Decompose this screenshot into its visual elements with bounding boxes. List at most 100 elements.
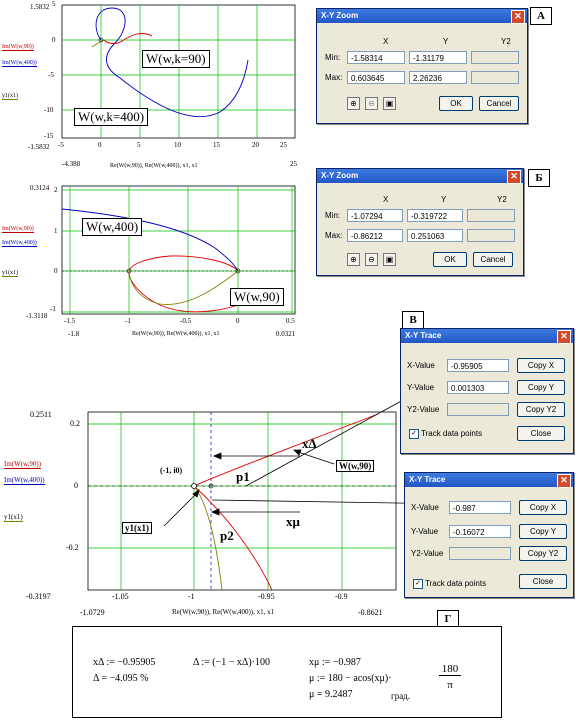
min-y-field[interactable]: -0.319722 <box>407 209 463 222</box>
calc-frac-num: 180 <box>439 663 461 676</box>
max-x-field[interactable]: 0.603645 <box>347 71 405 84</box>
zoom-in-icon[interactable]: ⊕ <box>347 97 360 110</box>
plot-a-xtick: -5 <box>58 141 64 149</box>
y-value-label: Y-Value <box>411 527 439 536</box>
copy-x-button[interactable]: Copy X <box>517 358 565 373</box>
track-checkbox[interactable]: ✓ <box>409 429 419 439</box>
plot-c-xtick: -0.9 <box>335 592 348 601</box>
plot-c-ylabel: Im(W(w,90)) <box>4 460 42 469</box>
zoom-out-icon[interactable]: ⊖ <box>365 253 378 266</box>
min-y2-field[interactable] <box>467 209 515 222</box>
min-y2-field[interactable] <box>471 51 519 64</box>
plot-b-callout-90: W(w,90) <box>230 288 284 306</box>
plot-c-ytick: -0.2 <box>66 543 79 552</box>
x-value-field[interactable]: -0.987 <box>449 501 511 514</box>
x-value-label: X-Value <box>411 503 439 512</box>
full-view-icon[interactable]: ▣ <box>383 253 396 266</box>
plot-b-xtick: -0.5 <box>180 317 192 325</box>
plot-c-xmax: -0.8621 <box>358 608 383 617</box>
y-value-field[interactable]: -0.16072 <box>449 525 511 538</box>
full-view-icon[interactable]: ▣ <box>383 97 396 110</box>
plot-b-xmin: -1.8 <box>68 330 80 338</box>
calc-delta-formula: Δ := (−1 − xΔ)·100 <box>193 657 270 668</box>
plot-a-ymin: -1.5832 <box>28 143 50 151</box>
y2-value-field[interactable] <box>447 403 509 416</box>
zoom-dialog-title: X-Y Zoom <box>321 11 359 20</box>
y-value-field[interactable]: 0.001303 <box>447 381 509 394</box>
plot-a-xmax: 25 <box>290 160 297 168</box>
plot-c-ylabel: Im(W(w,400)) <box>4 476 45 485</box>
trace-dialog-1[interactable]: X-Y Trace ✕ X-Value Y-Value Y2-Value -0.9… <box>400 328 574 454</box>
plot-c-y1-label: y1(x1) <box>122 522 152 534</box>
calc-mu-formula: μ := 180 − acos(xμ)· <box>309 673 392 684</box>
zoom-dialog-a[interactable]: X-Y Zoom ✕ X Y Y2 Min: Max: -1.58314 -1.3… <box>316 8 528 124</box>
close-button[interactable]: Close <box>517 426 565 441</box>
plot-b-xtick: -1 <box>125 317 131 325</box>
min-x-field[interactable]: -1.58314 <box>347 51 405 64</box>
plot-a-xtick: 0 <box>98 141 102 149</box>
trace-dialog-2[interactable]: X-Y Trace ✕ X-Value Y-Value Y2-Value -0.9… <box>404 472 574 598</box>
plot-a-ytick: 0 <box>52 36 56 44</box>
close-icon[interactable]: ✕ <box>511 10 525 24</box>
plot-b-ytick: 1 <box>54 227 58 235</box>
plot-c-xmin: -1.0729 <box>80 608 105 617</box>
close-icon[interactable]: ✕ <box>507 170 521 184</box>
plot-c-xtick: -1 <box>188 592 195 601</box>
plot-b-callout-400: W(w,400) <box>82 218 143 236</box>
plot-a-xtick: 10 <box>174 141 181 149</box>
max-y-field[interactable]: 2.26236 <box>409 71 467 84</box>
calc-unit: град. <box>391 691 411 701</box>
cancel-button[interactable]: Cancel <box>473 252 513 267</box>
y2-value-label: Y2-Value <box>407 405 440 414</box>
track-checkbox[interactable]: ✓ <box>413 579 423 589</box>
col-y: Y <box>443 37 449 46</box>
copy-y-button[interactable]: Copy Y <box>517 380 565 395</box>
ok-button[interactable]: OK <box>433 252 467 267</box>
copy-y2-button[interactable]: Copy Y2 <box>517 402 565 417</box>
zoom-dialog-title: X-Y Zoom <box>321 171 359 180</box>
plot-a-ytick: -5 <box>48 71 54 79</box>
plot-c-ymax: 0.2511 <box>30 410 52 419</box>
max-y2-field[interactable] <box>467 229 515 242</box>
ok-button[interactable]: OK <box>439 96 473 111</box>
plot-a-ytick: -10 <box>44 106 54 114</box>
plot-b-xtick: 0 <box>236 317 240 325</box>
plot-b-ytick: -1 <box>50 305 56 313</box>
max-y2-field[interactable] <box>471 71 519 84</box>
plot-a-xtick: 5 <box>137 141 141 149</box>
plot-a-xmin: -4.388 <box>62 160 81 168</box>
y2-value-field[interactable] <box>449 547 511 560</box>
plot-c-series-label: W(w,90) <box>336 460 375 472</box>
max-y-field[interactable]: 0.251063 <box>407 229 463 242</box>
max-x-field[interactable]: -0.86212 <box>347 229 403 242</box>
zoom-out-icon[interactable]: ⊖ <box>365 97 378 110</box>
zoom-in-icon[interactable]: ⊕ <box>347 253 360 266</box>
plot-a-xtick: 15 <box>213 141 220 149</box>
plot-c-ytick: 0 <box>74 481 78 490</box>
x-value-field[interactable]: -0.95905 <box>447 359 509 372</box>
close-button[interactable]: Close <box>519 574 567 589</box>
plot-c-xlabel: Re(W(w,90)), Re(W(w,400)), x1, x1 <box>172 608 275 616</box>
plot-b-xlabel: Re(W(w,90)), Re(W(w,400)), x1, x1 <box>132 331 220 337</box>
y-value-label: Y-Value <box>407 383 435 392</box>
plot-c-xtick: -0.95 <box>258 592 275 601</box>
close-icon[interactable]: ✕ <box>557 474 571 488</box>
calc-xmu: xμ := −0.987 <box>309 657 361 668</box>
max-label: Max: <box>325 73 343 82</box>
plot-b-ylabel: Im(W(w,400)) <box>2 240 37 247</box>
plot-c-point-label: (-1, i0) <box>160 466 183 475</box>
plot-c-p1: p1 <box>236 469 250 484</box>
plot-b-ytick: 2 <box>54 186 58 194</box>
copy-y2-button[interactable]: Copy Y2 <box>519 546 567 561</box>
cancel-button[interactable]: Cancel <box>479 96 519 111</box>
calc-delta-result: Δ = −4.095 % <box>93 673 149 684</box>
min-y-field[interactable]: -1.31179 <box>409 51 467 64</box>
col-x: X <box>383 195 389 204</box>
copy-y-button[interactable]: Copy Y <box>519 524 567 539</box>
close-icon[interactable]: ✕ <box>557 330 571 344</box>
min-x-field[interactable]: -1.07294 <box>347 209 403 222</box>
plot-a-ylabel: y1(x1) <box>2 93 18 100</box>
zoom-dialog-b[interactable]: X-Y Zoom ✕ X Y Y2 Min: Max: -1.07294 -0.3… <box>316 168 524 276</box>
copy-x-button[interactable]: Copy X <box>519 500 567 515</box>
calc-panel: xΔ := −0.95905 Δ := (−1 − xΔ)·100 Δ = −4… <box>72 626 502 718</box>
